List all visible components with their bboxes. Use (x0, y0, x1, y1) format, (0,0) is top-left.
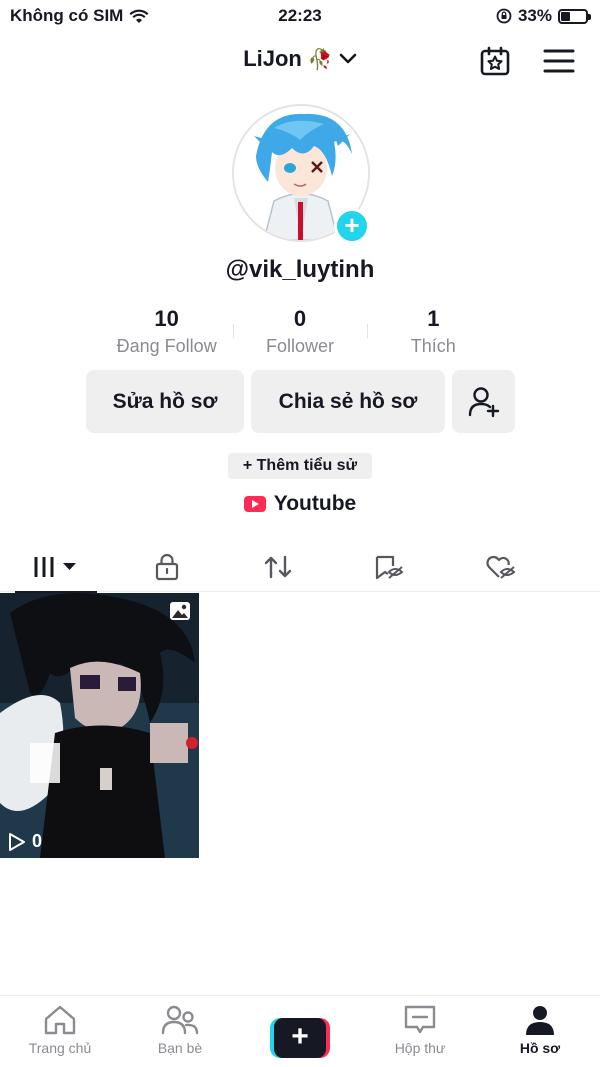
nav-home-label: Trang chủ (28, 1040, 92, 1056)
battery-fill (561, 11, 570, 21)
lock-icon (155, 553, 179, 581)
profile-stats: 10 Đang Follow 0 Follower 1 Thích (100, 306, 500, 362)
battery-status: 33% (496, 6, 591, 26)
stat-value: 1 (427, 306, 440, 331)
repost-icon (264, 555, 292, 579)
videos-grid-icon (34, 557, 76, 577)
video-thumbnail[interactable]: 0 (0, 593, 199, 858)
liked-hidden-icon (486, 555, 516, 579)
add-person-icon (468, 386, 499, 417)
chevron-down-icon (339, 53, 357, 64)
video-view-count: 0 (8, 831, 42, 852)
tab-private[interactable] (112, 542, 222, 592)
profile-icon (526, 1006, 554, 1035)
stat-following[interactable]: 10 Đang Follow (100, 306, 233, 362)
tab-saved[interactable] (334, 542, 444, 592)
nav-profile[interactable]: Hồ sơ (480, 996, 600, 1067)
calendar-star-icon[interactable] (478, 44, 512, 78)
profile-header: LiJon 🥀 (0, 38, 600, 84)
friends-icon (161, 1005, 199, 1035)
menu-icon[interactable] (542, 44, 576, 78)
stat-label: Follower (265, 336, 334, 356)
add-bio-label: + Thêm tiểu sử (242, 457, 358, 474)
play-icon (9, 832, 25, 851)
edit-profile-button[interactable]: Sửa hồ sơ (86, 370, 244, 433)
video-thumbnail-image (0, 593, 199, 858)
nav-friends[interactable]: Bạn bè (120, 996, 240, 1067)
stat-followers[interactable]: 0 Follower (233, 306, 366, 362)
view-count: 0 (32, 831, 43, 851)
tab-reposts[interactable] (223, 542, 333, 592)
nav-inbox[interactable]: Hộp thư (360, 996, 480, 1067)
battery-percent: 33% (517, 6, 552, 25)
create-plus-icon: + (270, 1018, 330, 1058)
stat-label: Đang Follow (116, 336, 217, 356)
stat-label: Thích (410, 336, 456, 356)
nav-inbox-label: Hộp thư (394, 1040, 446, 1056)
bottom-nav: Trang chủ Bạn bè + Hộp thư Hồ sơ (0, 995, 600, 1067)
content-tabs (0, 542, 600, 593)
inbox-icon (404, 1005, 436, 1034)
youtube-icon (243, 496, 266, 512)
add-avatar-button[interactable]: + (334, 208, 370, 244)
nav-home[interactable]: Trang chủ (0, 996, 120, 1067)
battery-icon (558, 8, 591, 24)
stat-value: 10 (154, 306, 179, 331)
home-icon (44, 1005, 76, 1035)
stat-value: 0 (293, 306, 307, 331)
tab-liked[interactable] (445, 542, 555, 592)
username: @vik_luytinh (225, 256, 375, 283)
nav-create[interactable]: + (240, 996, 360, 1067)
share-profile-button[interactable]: Chia sẻ hồ sơ (251, 370, 445, 433)
tab-videos[interactable] (1, 542, 111, 593)
add-bio-button[interactable]: + Thêm tiểu sử (228, 453, 372, 479)
nav-profile-label: Hồ sơ (519, 1040, 561, 1056)
add-friend-button[interactable] (452, 370, 515, 433)
account-name: LiJon (243, 46, 302, 71)
photo-post-icon (170, 602, 190, 620)
nav-friends-label: Bạn bè (157, 1040, 203, 1056)
youtube-label: Youtube (273, 492, 357, 515)
youtube-link[interactable]: Youtube (0, 492, 600, 516)
rose-emoji: 🥀 (307, 48, 333, 71)
orientation-lock-icon (496, 8, 512, 24)
status-bar: Không có SIM 22:23 33% (0, 0, 600, 32)
stat-likes[interactable]: 1 Thích (366, 306, 500, 362)
saved-hidden-icon (375, 555, 404, 580)
